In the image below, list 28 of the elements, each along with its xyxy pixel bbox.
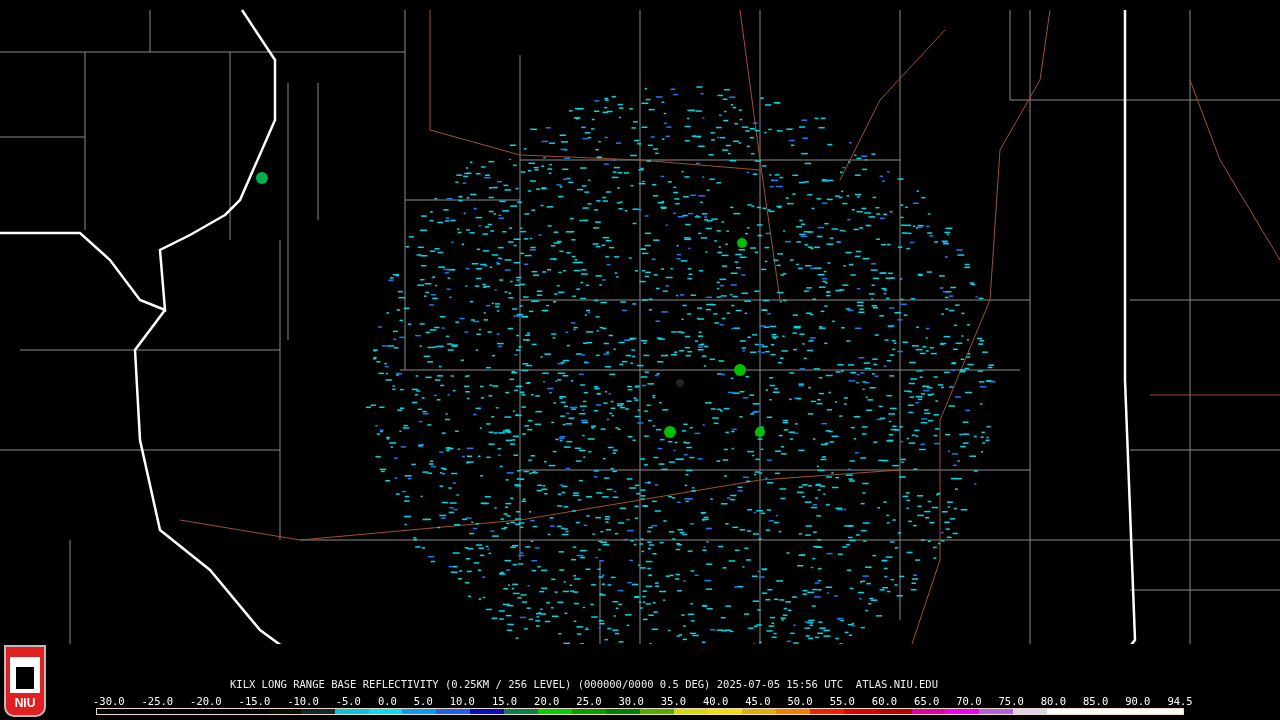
scale-tick-label: 10.0 [449,695,475,706]
scale-tick-label: 90.0 [1125,695,1151,706]
scale-tick-label: -30.0 [93,695,125,706]
scale-tick-label: 5.0 [413,695,433,706]
scale-tick-label: 25.0 [576,695,602,706]
scale-tick-label: -15.0 [238,695,271,706]
scale-tick-label: 50.0 [787,695,813,706]
scale-tick-label: -20.0 [190,695,222,706]
scale-tick-label: 0.0 [377,695,397,706]
scale-tick-label: 35.0 [660,695,687,706]
scale-tick-label: 30.0 [618,695,644,706]
scale-tick-label: -10.0 [287,695,319,706]
caption: KILX LONG RANGE BASE REFLECTIVITY (0.25KM / 256 LEVEL) (000000/0000 0.5 DEG) 2025-07-05 15:56 UTC ATLAS.NIU.EDU [230,679,938,690]
scale-tick-label: -25.0 [141,695,174,706]
scale-tick-label: 80.0 [1040,695,1066,706]
scale-tick-label: 15.0 [491,695,518,706]
scale-tick-label: 94.5 [1167,695,1193,706]
scale-tick-label: 40.0 [702,695,729,706]
scale-tick-label: 55.0 [829,695,855,706]
scale-tick-label: 75.0 [998,695,1024,706]
scale-tick-label: 70.0 [956,695,982,706]
scale-tick-label: 45.0 [745,695,771,706]
scale-tick-label: 65.0 [914,695,940,706]
logo-text: NIU [14,697,36,709]
scale-tick-label: 85.0 [1082,695,1109,706]
scale-tick-label: -5.0 [335,695,361,706]
scale-tick-label: 20.0 [534,695,560,706]
scale-tick-label: 60.0 [871,695,898,706]
